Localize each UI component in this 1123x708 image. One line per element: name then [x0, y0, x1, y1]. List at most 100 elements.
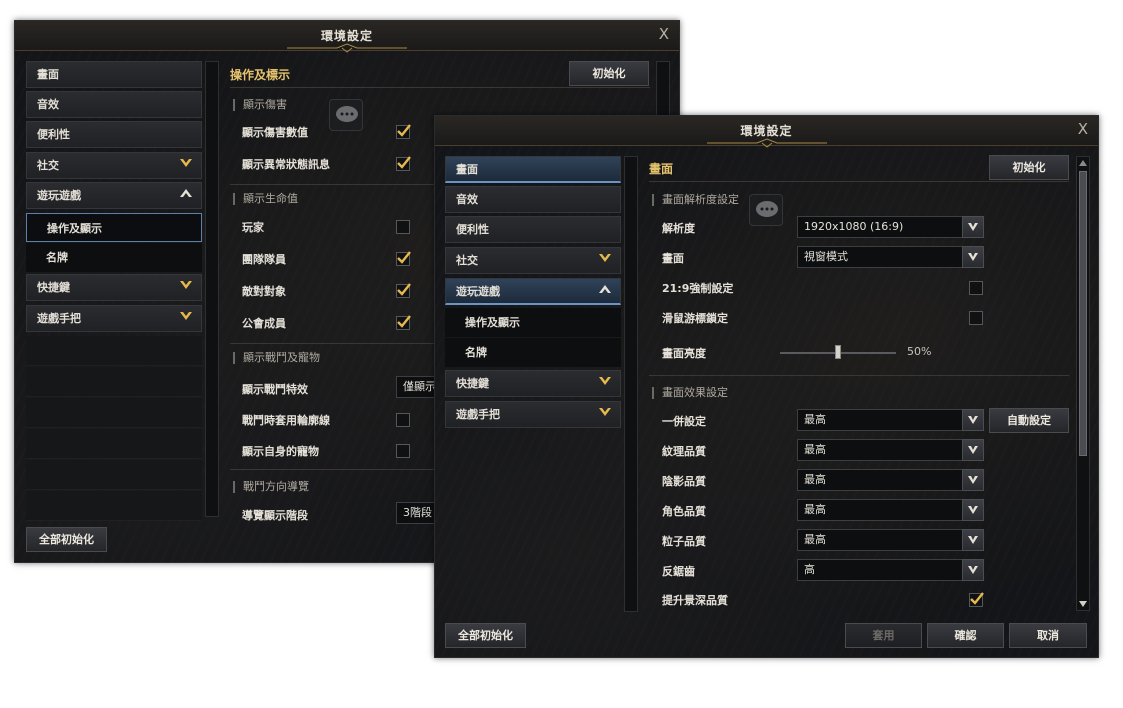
checkmark-icon	[970, 592, 984, 605]
sidebar-item-label: 操作及顯示	[465, 316, 520, 329]
reset-all-button[interactable]: 全部初始化	[26, 527, 107, 552]
sidebar-subitem-nameplate[interactable]: 名牌	[26, 243, 202, 272]
title-bar[interactable]: 環境設定 X	[435, 116, 1098, 148]
sidebar-item-gamepad[interactable]: 遊戲手把	[26, 305, 202, 332]
overall-quality-dropdown[interactable]: 最高	[797, 409, 984, 431]
particle-quality-dropdown[interactable]: 最高	[797, 529, 984, 551]
sidebar-item-label: 社交	[37, 159, 59, 172]
sidebar-subitem-controls[interactable]: 操作及顯示	[26, 213, 202, 242]
anti-aliasing-dropdown[interactable]: 高	[797, 559, 984, 581]
confirm-button[interactable]: 確認	[927, 623, 1004, 648]
dropdown-arrow-button[interactable]	[962, 216, 984, 238]
dropdown-arrow-button[interactable]	[962, 559, 984, 581]
close-button[interactable]: X	[1078, 120, 1088, 138]
chat-icon	[749, 194, 783, 226]
close-button[interactable]: X	[659, 25, 669, 43]
sidebar-item-label: 遊玩遊戲	[456, 285, 500, 298]
init-button[interactable]: 初始化	[569, 61, 649, 86]
sidebar-item-gamepad[interactable]: 遊戲手把	[445, 401, 621, 428]
section-title: 顯示傷害	[233, 99, 287, 111]
scroll-down-icon[interactable]	[1077, 599, 1089, 609]
own-pet-checkbox[interactable]	[396, 444, 410, 458]
sidebar-item-convenience[interactable]: 便利性	[445, 216, 621, 243]
sidebar-item-convenience[interactable]: 便利性	[26, 121, 202, 148]
sidebar-item-hotkeys[interactable]: 快捷鍵	[445, 370, 621, 397]
sidebar-item-display[interactable]: 畫面	[445, 156, 621, 183]
shadow-quality-dropdown[interactable]: 最高	[797, 469, 984, 491]
sidebar-item-social[interactable]: 社交	[445, 247, 621, 274]
sidebar-divider-scrollbar[interactable]	[624, 156, 638, 612]
chevron-down-icon	[968, 253, 978, 261]
apply-button[interactable]: 套用	[845, 623, 922, 648]
content-scrollbar[interactable]	[656, 61, 670, 119]
init-button[interactable]: 初始化	[989, 155, 1069, 180]
reset-all-button[interactable]: 全部初始化	[445, 623, 526, 648]
title-bar[interactable]: 環境設定 X	[15, 21, 679, 53]
status-message-checkbox[interactable]	[396, 156, 411, 171]
sidebar-item-display[interactable]: 畫面	[26, 61, 202, 88]
dropdown-arrow-button[interactable]	[962, 246, 984, 268]
sidebar-item-label: 音效	[456, 193, 478, 206]
setting-label: 團隊隊員	[242, 253, 286, 266]
chevron-up-icon	[180, 189, 192, 197]
party-hp-checkbox[interactable]	[396, 251, 411, 266]
texture-quality-dropdown[interactable]: 最高	[797, 439, 984, 461]
depth-of-field-checkbox[interactable]	[969, 592, 984, 607]
dropdown-arrow-button[interactable]	[962, 409, 984, 431]
title-ornament-icon	[706, 138, 827, 148]
sidebar-item-sound[interactable]: 音效	[26, 91, 202, 118]
sidebar-item-hotkeys[interactable]: 快捷鍵	[26, 274, 202, 301]
setting-label: 角色品質	[662, 505, 706, 518]
checkmark-icon	[397, 315, 411, 328]
content-scrollbar[interactable]	[1076, 156, 1090, 611]
sidebar-divider-scrollbar[interactable]	[205, 61, 219, 517]
guild-hp-checkbox[interactable]	[396, 315, 411, 330]
sidebar-item-label: 社交	[456, 254, 478, 267]
sidebar-item-social[interactable]: 社交	[26, 152, 202, 179]
scroll-up-icon[interactable]	[1077, 158, 1089, 168]
sidebar-item-sound[interactable]: 音效	[445, 186, 621, 213]
brightness-slider-knob[interactable]	[835, 345, 841, 359]
sidebar-item-label: 名牌	[465, 346, 487, 359]
dropdown-arrow-button[interactable]	[962, 529, 984, 551]
setting-label: 玩家	[242, 221, 264, 234]
chevron-down-icon	[968, 476, 978, 484]
sidebar-empty-row	[26, 398, 202, 428]
resolution-dropdown[interactable]: 1920x1080 (16:9)	[797, 216, 984, 238]
dropdown-value: 高	[804, 563, 815, 576]
character-quality-dropdown[interactable]: 最高	[797, 499, 984, 521]
sidebar-item-label: 畫面	[456, 163, 478, 176]
sidebar-subitem-nameplate[interactable]: 名牌	[445, 338, 621, 367]
dropdown-arrow-button[interactable]	[962, 469, 984, 491]
speech-bubble-icon	[336, 106, 358, 122]
dropdown-arrow-button[interactable]	[962, 499, 984, 521]
sidebar-item-label: 便利性	[37, 128, 70, 141]
front-settings-window: 環境設定 X 畫面 音效 便利性 社交 遊玩遊戲 操作及顯示 名牌 快捷鍵 遊戲…	[434, 115, 1099, 658]
setting-label: 顯示戰鬥特效	[242, 383, 308, 396]
player-hp-checkbox[interactable]	[396, 220, 410, 234]
cancel-button[interactable]: 取消	[1009, 623, 1087, 648]
dropdown-arrow-button[interactable]	[962, 439, 984, 461]
damage-number-checkbox[interactable]	[396, 124, 411, 139]
section-title: 顯示戰鬥及寵物	[233, 352, 320, 364]
setting-label: 顯示異常狀態訊息	[242, 158, 330, 171]
window-title: 環境設定	[320, 29, 373, 43]
divider	[649, 181, 1069, 182]
outline-checkbox[interactable]	[396, 413, 410, 427]
sidebar-item-gameplay[interactable]: 遊玩遊戲	[26, 182, 202, 209]
brightness-value: 50%	[907, 345, 932, 358]
sidebar-item-gameplay[interactable]: 遊玩遊戲	[445, 278, 621, 305]
auto-setting-button[interactable]: 自動設定	[989, 408, 1069, 433]
mouse-lock-checkbox[interactable]	[969, 311, 983, 325]
screen-mode-dropdown[interactable]: 視窗模式	[797, 246, 984, 268]
sidebar-item-label: 遊戲手把	[456, 408, 500, 421]
scroll-thumb[interactable]	[1079, 171, 1087, 456]
checkmark-icon	[397, 156, 411, 169]
enemy-hp-checkbox[interactable]	[396, 283, 411, 298]
content-header: 畫面	[649, 162, 674, 176]
ratio-21-9-checkbox[interactable]	[969, 281, 983, 295]
section-title: 戰鬥方向導覽	[233, 481, 309, 493]
checkmark-icon	[397, 124, 411, 137]
chevron-down-icon	[180, 159, 192, 167]
sidebar-subitem-controls[interactable]: 操作及顯示	[445, 308, 621, 337]
